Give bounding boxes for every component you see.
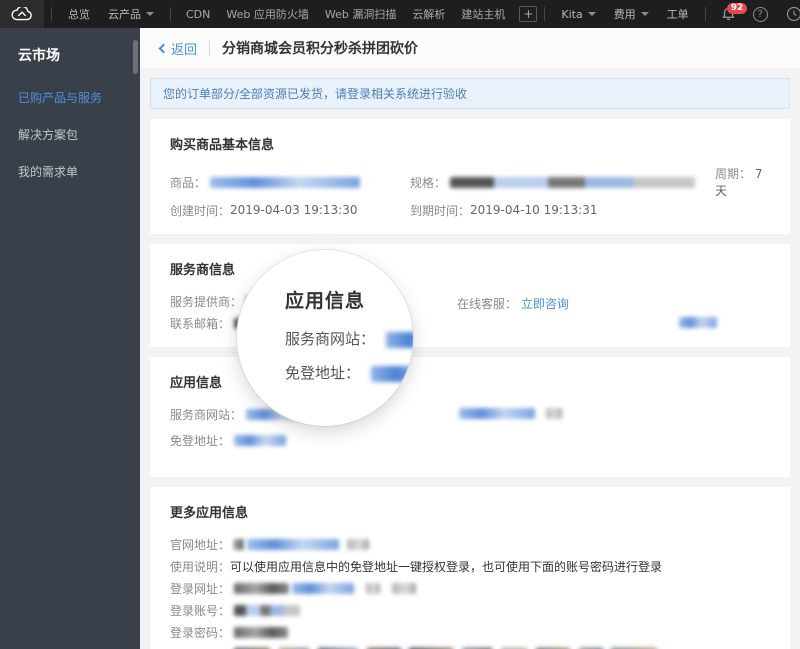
- magnifier-section-title: 应用信息: [285, 286, 413, 313]
- provider-label: 服务提供商：: [170, 293, 242, 310]
- redacted-email-value: [679, 317, 717, 328]
- plus-icon: +: [523, 8, 533, 20]
- redacted-product-value: [210, 177, 360, 188]
- nav-product-waf[interactable]: Web 应用防火墙: [218, 6, 316, 22]
- section-title: 服务商信息: [170, 259, 770, 278]
- history-button[interactable]: [777, 6, 800, 22]
- period-label: 周期：: [715, 167, 751, 181]
- sidebar-item-purchased[interactable]: 已购产品与服务: [0, 79, 140, 116]
- usage-note-label: 使用说明：: [170, 558, 230, 575]
- nav-divider: [51, 7, 52, 21]
- nav-divider: [705, 7, 706, 21]
- nav-cloud-products[interactable]: 云产品: [99, 6, 163, 22]
- created-value: 2019-04-03 19:13:30: [230, 203, 357, 217]
- redacted-nologin-value: [371, 366, 413, 382]
- page-title: 分销商城会员积分秒杀拼团砍价: [222, 38, 418, 58]
- nav-product-scan[interactable]: Web 漏洞扫描: [317, 6, 404, 22]
- chevron-down-icon: [588, 12, 596, 16]
- redacted-login-url: [234, 583, 289, 594]
- nav-product-dns[interactable]: 云解析: [404, 6, 453, 22]
- redacted-official-value: [234, 539, 244, 550]
- help-button[interactable]: ?: [744, 7, 777, 22]
- nav-product-cdn[interactable]: CDN: [178, 8, 218, 21]
- page-header: 返回 分销商城会员积分秒杀拼团砍价: [140, 28, 800, 68]
- created-label: 创建时间：: [170, 202, 230, 219]
- sidebar-scrollbar[interactable]: [133, 40, 138, 74]
- section-title: 购买商品基本信息: [170, 134, 770, 153]
- sidebar: 云市场 已购产品与服务 解决方案包 我的需求单: [0, 28, 140, 649]
- redacted-website-value: [459, 408, 535, 419]
- history-icon: [786, 6, 800, 22]
- back-button[interactable]: 返回: [160, 39, 197, 58]
- user-menu[interactable]: Kita: [552, 8, 604, 21]
- nologin-address-label: 免登地址：: [170, 432, 230, 449]
- redacted-login-url: [392, 583, 416, 594]
- official-site-label: 官网地址：: [170, 536, 230, 553]
- nav-right-group: Kita 费用 工单 92 ?: [537, 6, 800, 22]
- cloud-logo[interactable]: [0, 0, 44, 28]
- nav-divider: [544, 7, 545, 21]
- login-url-label: 登录网址：: [170, 580, 230, 597]
- consult-now-link[interactable]: 立即咨询: [521, 297, 569, 311]
- online-service-label: 在线客服：: [457, 297, 517, 311]
- redacted-website-value: [386, 332, 413, 348]
- cloud-logo-icon: [11, 7, 33, 21]
- ticket-menu[interactable]: 工单: [658, 6, 698, 22]
- billing-menu[interactable]: 费用: [605, 6, 658, 22]
- provider-website-label: 服务商网站：: [170, 406, 242, 423]
- redacted-spec-value: [450, 177, 695, 188]
- top-navbar: 总览 云产品 CDN Web 应用防火墙 Web 漏洞扫描 云解析 建站主机 +…: [0, 0, 800, 28]
- usage-note-text: 可以使用应用信息中的免登地址一键授权登录，也可使用下面的账号密码进行登录: [230, 558, 662, 575]
- expire-value: 2019-04-10 19:13:31: [470, 203, 597, 217]
- redacted-official-value: [247, 539, 339, 550]
- sidebar-item-solutions[interactable]: 解决方案包: [0, 116, 140, 153]
- email-label: 联系邮箱：: [170, 315, 230, 332]
- magnifier-website-label: 服务商网站：: [285, 330, 375, 348]
- login-password-label: 登录密码：: [170, 624, 230, 641]
- magnifier-overlay: 应用信息 服务商网站： 免登地址：: [237, 250, 413, 426]
- nav-cloud-products-label: 云产品: [108, 6, 141, 22]
- redacted-login-url: [366, 583, 380, 594]
- billing-label: 费用: [614, 6, 636, 22]
- expire-label: 到期时间：: [410, 202, 470, 219]
- chevron-down-icon: [641, 12, 649, 16]
- add-product-button[interactable]: +: [519, 6, 537, 22]
- redacted-login-url: [292, 583, 354, 594]
- card-basic-info: 购买商品基本信息 商品： 规格： 周期： 7天 创建时间： 2019: [150, 119, 790, 234]
- section-title: 更多应用信息: [170, 502, 770, 521]
- header-divider: [209, 41, 210, 56]
- login-account-label: 登录账号：: [170, 602, 230, 619]
- back-label: 返回: [171, 39, 197, 58]
- redacted-login-password: [234, 627, 288, 638]
- nav-product-host[interactable]: 建站主机: [453, 6, 513, 22]
- help-icon: ?: [753, 7, 768, 22]
- card-more-info: 更多应用信息 官网地址： 使用说明： 可以使用应用信息中的免登地址一键授权登录，…: [150, 487, 790, 649]
- redacted-official-value: [347, 539, 369, 550]
- nav-divider: [170, 7, 171, 21]
- back-chevron-icon: [159, 43, 169, 53]
- nav-overview-label: 总览: [68, 6, 90, 22]
- nav-overview[interactable]: 总览: [59, 6, 99, 22]
- spec-label: 规格：: [410, 174, 446, 191]
- redacted-website-value: [546, 408, 562, 419]
- notification-button[interactable]: 92: [713, 7, 744, 21]
- chevron-down-icon: [146, 12, 154, 16]
- redacted-nologin-value: [234, 435, 286, 446]
- ticket-label: 工单: [667, 6, 689, 22]
- sidebar-title: 云市场: [0, 28, 140, 79]
- delivery-notice: 您的订单部分/全部资源已发货，请登录相关系统进行验收: [150, 78, 790, 109]
- magnifier-nologin-label: 免登地址：: [285, 364, 360, 382]
- product-label: 商品：: [170, 174, 206, 191]
- user-name: Kita: [561, 8, 582, 21]
- redacted-login-account: [234, 605, 300, 616]
- sidebar-item-requirements[interactable]: 我的需求单: [0, 153, 140, 190]
